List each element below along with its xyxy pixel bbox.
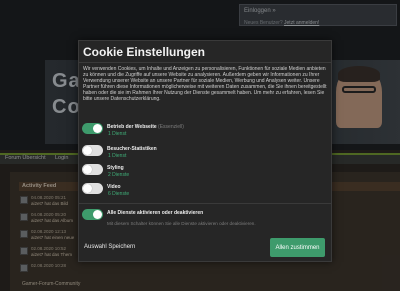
option-title-video: Video xyxy=(107,184,121,190)
all-services-title: Alle Dienste aktivieren oder deaktiviere… xyxy=(107,210,204,216)
cookie-description: Wir verwenden Cookies, um Inhalte und An… xyxy=(83,66,327,102)
cookie-dialog-title: Cookie Einstellungen xyxy=(83,45,206,59)
option-services-link[interactable]: 6 Dienste xyxy=(108,191,129,197)
option-note: (Essenziell) xyxy=(158,124,184,130)
divider xyxy=(78,62,332,63)
option-services-link[interactable]: 2 Dienste xyxy=(108,172,129,178)
option-label: Betrieb der Webseite xyxy=(107,124,157,130)
option-services-link[interactable]: 1 Dienst xyxy=(108,131,126,137)
toggle-styling[interactable] xyxy=(82,164,103,175)
divider xyxy=(78,203,332,204)
save-selection-button[interactable]: Auswahl Speichern xyxy=(84,244,135,250)
option-title-visitor-statistics: Besucher-Statistiken xyxy=(107,146,157,152)
toggle-visitor-statistics[interactable] xyxy=(82,145,103,156)
toggle-video[interactable] xyxy=(82,183,103,194)
option-title-site-operation: Betrieb der Webseite (Essenziell) xyxy=(107,124,184,130)
toggle-all-services[interactable] xyxy=(82,209,103,220)
toggle-site-operation[interactable] xyxy=(82,123,103,134)
option-title-styling: Styling xyxy=(107,165,124,171)
accept-all-button[interactable]: Allen zustimmen xyxy=(270,238,325,257)
option-services-link[interactable]: 1 Dienst xyxy=(108,153,126,159)
all-services-subtitle: Mit diesem Schalter können Sie alle Dien… xyxy=(107,221,256,226)
